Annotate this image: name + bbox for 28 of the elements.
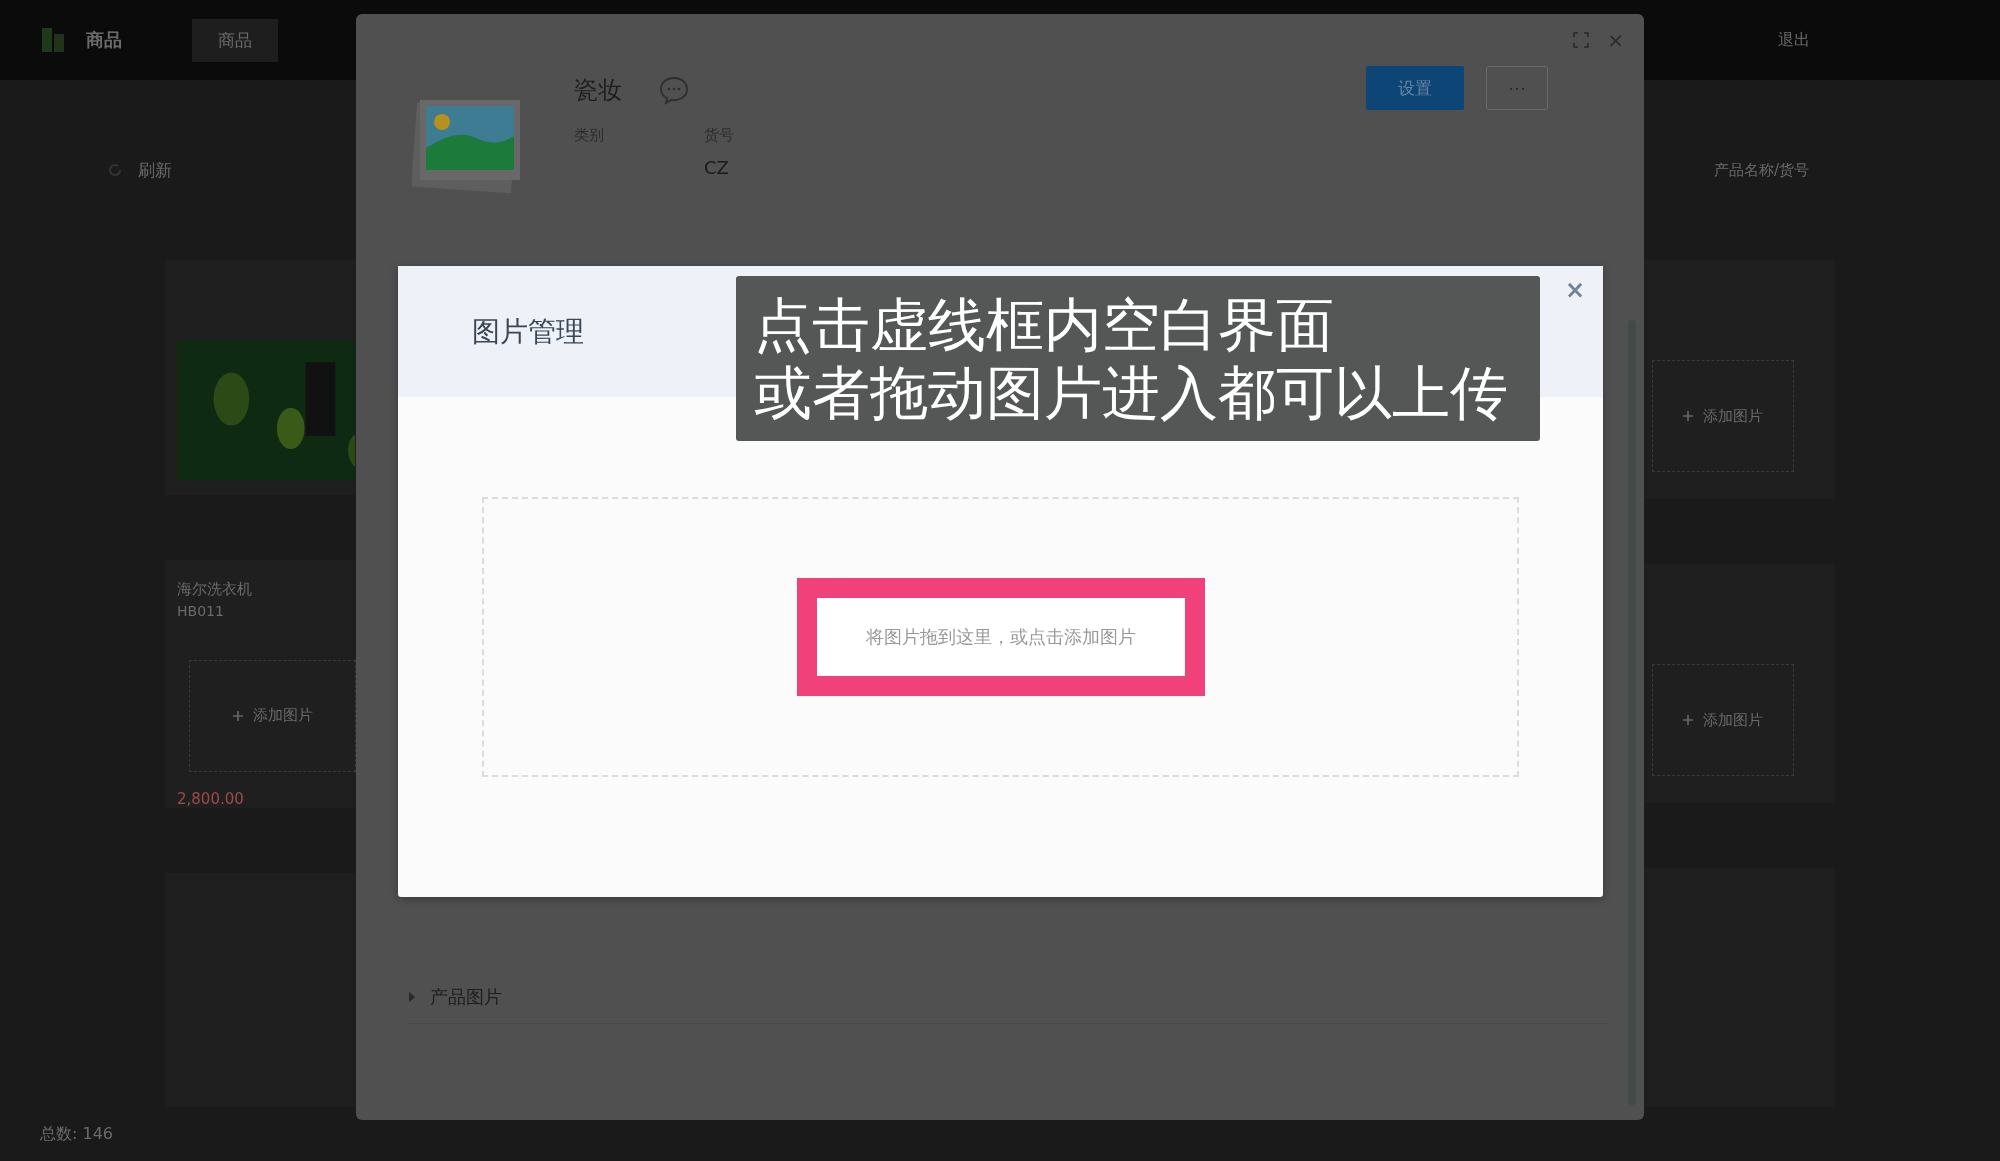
- close-button[interactable]: ×: [1564, 276, 1585, 304]
- product-name: 海尔洗衣机: [177, 580, 253, 599]
- search-field[interactable]: 产品名称/货号: [1688, 153, 1960, 187]
- refresh-button[interactable]: 刷新: [100, 157, 178, 183]
- add-image-button[interactable]: 添加图片: [1652, 664, 1794, 776]
- plus-icon: [1683, 411, 1693, 421]
- total-count: 总数: 146: [40, 1123, 113, 1145]
- nav-tab[interactable]: 商品: [192, 18, 278, 62]
- annotation-text: 点击虚线框内空白界面: [754, 290, 1335, 359]
- logout-link[interactable]: 退出: [1778, 29, 1810, 51]
- comment-icon[interactable]: [658, 75, 690, 105]
- logo-icon: [40, 26, 66, 54]
- fullscreen-icon[interactable]: [1573, 32, 1590, 48]
- product-code: HB011: [177, 603, 225, 619]
- dialog-title: 图片管理: [472, 313, 584, 350]
- annotation-text: 或者拖动图片进入都可以上传: [754, 358, 1509, 427]
- app-title: 商品: [86, 28, 122, 52]
- more-button[interactable]: ···: [1486, 66, 1548, 110]
- refresh-icon: [106, 161, 124, 179]
- close-button[interactable]: ×: [1607, 28, 1624, 52]
- product-price: 2,800.00: [177, 789, 245, 808]
- plus-icon: [1683, 715, 1693, 725]
- caret-icon: [408, 991, 416, 1003]
- upload-hint[interactable]: 将图片拖到这里，或点击添加图片: [865, 625, 1136, 649]
- drop-zone[interactable]: 将图片拖到这里，或点击添加图片: [482, 497, 1519, 777]
- add-image-button[interactable]: 添加图片: [1652, 360, 1794, 472]
- settings-button[interactable]: 设置: [1366, 66, 1464, 110]
- plus-icon: [232, 710, 243, 721]
